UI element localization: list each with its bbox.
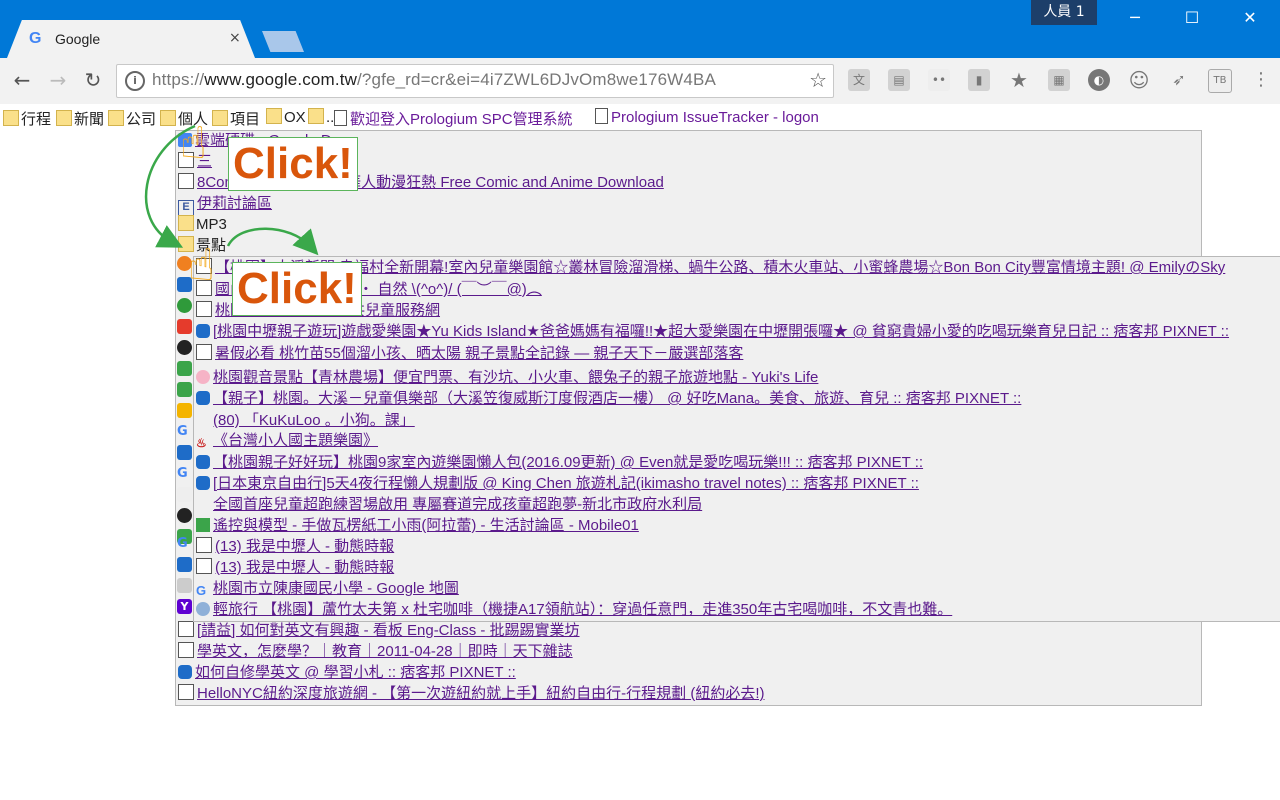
arrow-to-submenu — [226, 227, 319, 256]
pointer-hand-icon: ☝ — [180, 118, 207, 169]
click-callout-2: Click! — [232, 262, 362, 316]
pointer-hand-icon: ☝ — [188, 240, 215, 291]
click-callout-1: Click! — [228, 137, 358, 191]
